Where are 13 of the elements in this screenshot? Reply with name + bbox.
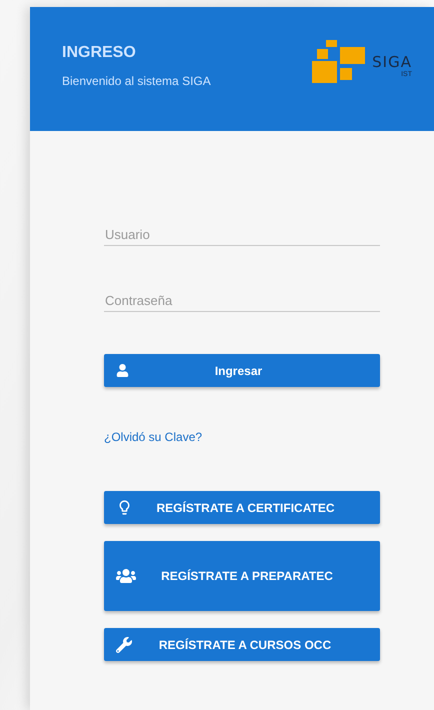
input-field[interactable]: Usuario (104, 223, 380, 246)
users-icon (116, 566, 136, 586)
logo-text: SIGA (372, 52, 412, 70)
register-button[interactable]: REGÍSTRATE A PREPARATEC (104, 541, 380, 611)
login-button[interactable]: Ingresar (104, 354, 380, 387)
welcome-text: Bienvenido al sistema SIGA (62, 74, 211, 88)
forgot-password-link[interactable]: ¿Olvidó su Clave? (104, 430, 202, 444)
input-field[interactable]: Contraseña (104, 289, 380, 312)
register-button[interactable]: REGÍSTRATE A CURSOS OCC (104, 628, 380, 661)
wrench-icon (116, 636, 132, 652)
register-button[interactable]: REGÍSTRATE A CERTIFICATEC (104, 491, 380, 524)
page-title: INGRESO (62, 44, 137, 62)
user-icon (116, 364, 129, 377)
